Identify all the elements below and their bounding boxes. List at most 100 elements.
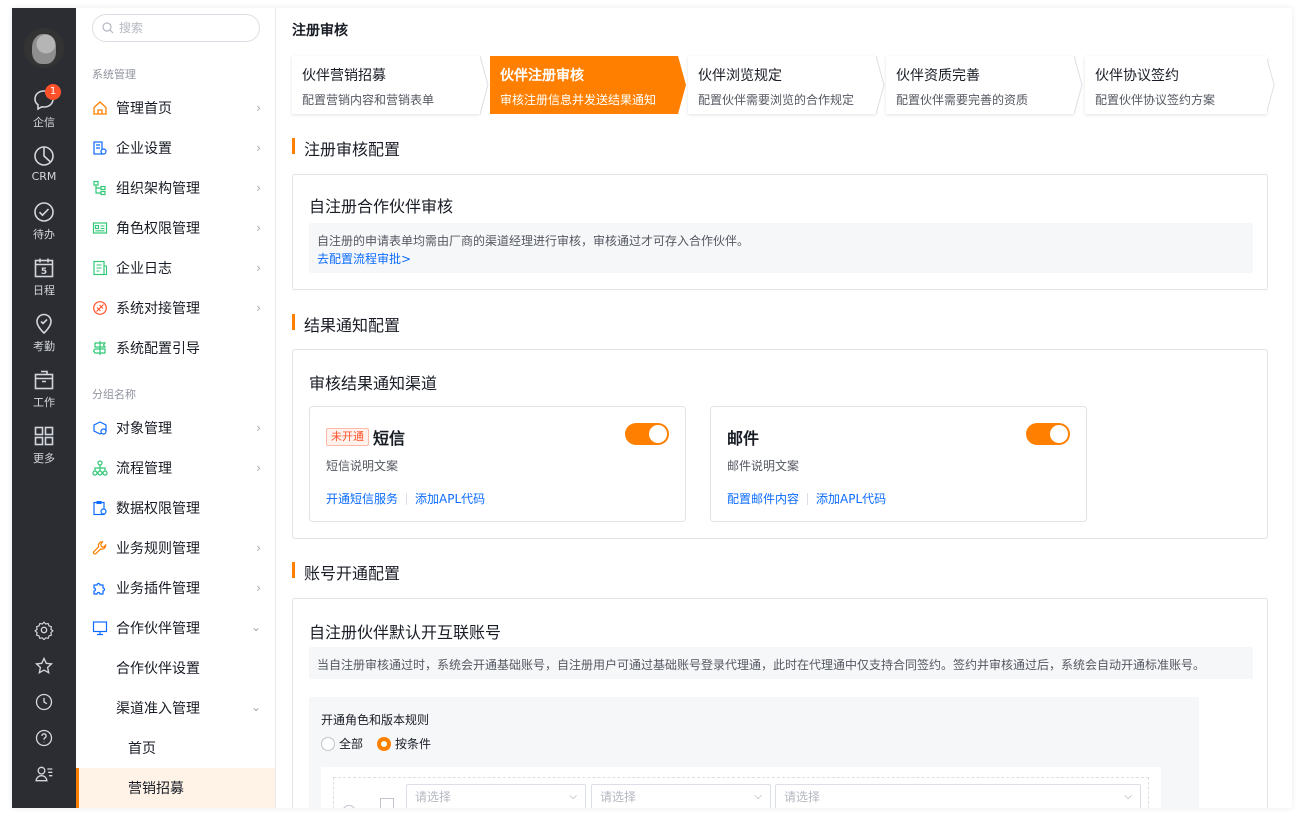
step-desc: 审核注册信息并发送结果通知 xyxy=(500,93,657,107)
nav-item-role-permissions[interactable]: 角色权限管理 › xyxy=(76,208,275,248)
monitor-icon xyxy=(92,621,108,636)
chevron-right-icon: › xyxy=(256,541,261,555)
history-button[interactable] xyxy=(12,692,76,716)
nav-item-partner-management[interactable]: 合作伙伴管理 ⌄ xyxy=(76,608,275,648)
rail-item-chat[interactable]: 1 企信 xyxy=(12,84,76,130)
section-title: 结果通知配置 xyxy=(292,312,400,336)
card-title: 自注册伙伴默认开互联账号 xyxy=(309,623,502,642)
rail-label: 更多 xyxy=(33,452,55,465)
radio-all[interactable] xyxy=(321,736,335,751)
nav-label: 对象管理 xyxy=(116,421,172,437)
nav-item-org-structure[interactable]: 组织架构管理 › xyxy=(76,168,275,208)
search-icon xyxy=(102,22,114,34)
settings-button[interactable] xyxy=(12,620,76,644)
nav-sub-marketing[interactable]: 营销招募 xyxy=(76,768,275,808)
chevron-down-icon: ⌄ xyxy=(250,620,261,634)
condition-select-value[interactable]: 请选择 ⌵ xyxy=(775,784,1141,808)
condition-select-field[interactable]: 请选择 ⌵ xyxy=(406,784,586,808)
rail-item-work[interactable]: 工作 xyxy=(12,368,76,410)
step-title: 伙伴协议签约 xyxy=(1095,68,1179,84)
building-icon xyxy=(93,141,107,155)
chevron-down-icon: ⌵ xyxy=(1124,791,1132,802)
mail-toggle[interactable] xyxy=(1026,423,1070,445)
nav-sub-home[interactable]: 首页 xyxy=(76,728,275,768)
nav-item-business-rules[interactable]: 业务规则管理 › xyxy=(76,528,275,568)
section-title: 账号开通配置 xyxy=(292,560,400,584)
nav-item-admin-home[interactable]: 管理首页 › xyxy=(76,88,275,128)
search-placeholder: 搜索 xyxy=(119,21,144,35)
step-qualification[interactable]: 伙伴资质完善 配置伙伴需要完善的资质 xyxy=(886,56,1074,114)
chevron-right-icon: › xyxy=(256,461,261,475)
configure-mail-link[interactable]: 配置邮件内容 xyxy=(727,490,799,507)
add-apl-link[interactable]: 添加APL代码 xyxy=(415,490,485,507)
rail-label: 工作 xyxy=(33,396,55,409)
search-input[interactable]: 搜索 xyxy=(92,14,260,42)
nav-group-custom: 分组名称 xyxy=(92,388,136,401)
nav-label: 数据权限管理 xyxy=(116,501,200,517)
account-card: 自注册伙伴默认开互联账号 当自注册审核通过时，系统会开通基础账号，自注册用户可通… xyxy=(292,598,1268,808)
unread-badge: 1 xyxy=(45,84,61,100)
divider xyxy=(406,492,408,505)
nav-item-company-log[interactable]: 企业日志 › xyxy=(76,248,275,288)
step-registration-review[interactable]: 伙伴注册审核 审核注册信息并发送结果通知 xyxy=(490,56,678,114)
id-card-icon xyxy=(92,222,108,234)
pie-chart-icon xyxy=(34,146,54,166)
remove-condition-icon[interactable] xyxy=(342,805,356,808)
chevron-right-icon: › xyxy=(256,421,261,435)
nav-item-data-permissions[interactable]: 数据权限管理 xyxy=(76,488,275,528)
nav-item-object-management[interactable]: 对象管理 › xyxy=(76,408,275,448)
step-bar: 伙伴营销招募 配置营销内容和营销表单 伙伴注册审核 审核注册信息并发送结果通知 … xyxy=(292,56,1276,114)
log-icon xyxy=(93,260,108,276)
configure-approval-link[interactable]: 去配置流程审批> xyxy=(317,250,1245,268)
nav-label: 合作伙伴管理 xyxy=(116,621,200,637)
data-permission-icon xyxy=(93,500,107,516)
help-button[interactable] xyxy=(12,728,76,752)
step-agreement[interactable]: 伙伴协议签约 配置伙伴协议签约方案 xyxy=(1085,56,1267,114)
channel-title: 短信 xyxy=(373,429,406,448)
review-note: 自注册的申请表单均需由厂商的渠道经理进行审核，审核通过才可存入合作伙伴。 去配置… xyxy=(309,223,1253,273)
nav-item-system-integration[interactable]: 系统对接管理 › xyxy=(76,288,275,328)
chevron-right-icon: › xyxy=(256,301,261,315)
nav-label: 渠道准入管理 xyxy=(116,701,200,717)
condition-checkbox[interactable] xyxy=(380,798,394,808)
rule-box: 开通角色和版本规则 全部 按条件 请选择 ⌵ 请选择 ⌵ 请选择 ⌵ xyxy=(309,697,1199,808)
nav-group-system: 系统管理 xyxy=(92,68,136,81)
calendar-icon: 5 xyxy=(34,258,54,278)
nav-item-config-guide[interactable]: 系统配置引导 xyxy=(76,328,275,368)
nav-sub-channel-access[interactable]: 渠道准入管理 ⌄ xyxy=(76,688,275,728)
step-browse-rules[interactable]: 伙伴浏览规定 配置伙伴需要浏览的合作规定 xyxy=(688,56,876,114)
nav-label: 系统对接管理 xyxy=(116,301,200,317)
rail-item-calendar[interactable]: 5 日程 xyxy=(12,256,76,298)
section-title: 注册审核配置 xyxy=(292,136,400,160)
condition-select-operator[interactable]: 请选择 ⌵ xyxy=(591,784,771,808)
nav-label: 系统配置引导 xyxy=(116,341,200,357)
step-title: 伙伴资质完善 xyxy=(896,68,980,84)
nav-item-flow-management[interactable]: 流程管理 › xyxy=(76,448,275,488)
step-marketing[interactable]: 伙伴营销招募 配置营销内容和营销表单 xyxy=(292,56,480,114)
avatar[interactable] xyxy=(24,28,64,68)
nav-item-business-plugins[interactable]: 业务插件管理 › xyxy=(76,568,275,608)
review-card: 自注册合作伙伴审核 自注册的申请表单均需由厂商的渠道经理进行审核，审核通过才可存… xyxy=(292,174,1268,290)
rail-item-attendance[interactable]: 考勤 xyxy=(12,312,76,354)
channel-desc: 短信说明文案 xyxy=(326,459,399,473)
favorites-button[interactable] xyxy=(12,656,76,680)
add-apl-link[interactable]: 添加APL代码 xyxy=(816,490,886,507)
rail-item-todo[interactable]: 待办 xyxy=(12,200,76,242)
rail-item-crm[interactable]: CRM xyxy=(12,144,76,183)
nav-sub-partner-settings[interactable]: 合作伙伴设置 xyxy=(76,648,275,688)
signpost-icon xyxy=(92,341,107,355)
channel-name: 邮件 xyxy=(727,425,759,449)
step-arrow xyxy=(1267,58,1275,112)
sms-toggle[interactable] xyxy=(625,423,669,445)
radio-by-condition[interactable] xyxy=(377,736,392,751)
status-badge: 未开通 xyxy=(326,428,369,446)
rail-item-more[interactable]: 更多 xyxy=(12,424,76,466)
enable-sms-link[interactable]: 开通短信服务 xyxy=(326,490,398,507)
nav-item-company-settings[interactable]: 企业设置 › xyxy=(76,128,275,168)
contacts-button[interactable] xyxy=(12,764,76,788)
channel-desc: 邮件说明文案 xyxy=(727,459,800,473)
condition-row: 请选择 ⌵ 请选择 ⌵ 请选择 ⌵ xyxy=(333,777,1149,808)
settings-icon xyxy=(34,621,54,641)
step-arrow xyxy=(480,56,489,114)
org-tree-icon xyxy=(93,180,106,196)
